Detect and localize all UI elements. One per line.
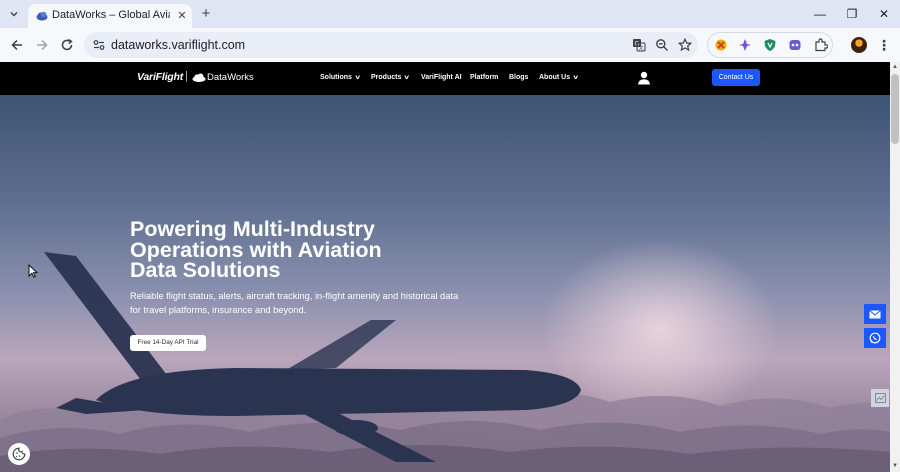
nav-solutions-label: Solutions bbox=[320, 74, 352, 81]
logo-product: DataWorks bbox=[207, 72, 254, 83]
scroll-down-arrow-icon[interactable]: ▼ bbox=[892, 463, 898, 469]
dataworks-favicon-icon bbox=[36, 11, 48, 21]
free-trial-button[interactable]: Free 14-Day API Trial bbox=[130, 335, 206, 351]
user-account-icon[interactable] bbox=[637, 71, 651, 85]
reload-icon bbox=[61, 38, 73, 51]
contact-us-button[interactable]: Contact Us bbox=[712, 69, 760, 86]
nav-blogs[interactable]: Blogs bbox=[509, 74, 528, 81]
page-scrollbar[interactable]: ▲ ▼ bbox=[890, 62, 900, 472]
url-text: dataworks.variflight.com bbox=[111, 38, 246, 52]
cloud-logo-icon bbox=[192, 73, 206, 82]
tab-close-icon[interactable]: ✕ bbox=[176, 10, 188, 22]
nav-about-us-label: About Us bbox=[539, 74, 571, 81]
chevron-down-icon: v bbox=[355, 75, 360, 81]
back-button[interactable] bbox=[8, 36, 26, 54]
extension-1-icon[interactable] bbox=[714, 38, 728, 52]
email-button[interactable] bbox=[864, 304, 886, 324]
hero-section: Powering Multi-Industry Operations with … bbox=[0, 95, 890, 472]
cookie-icon bbox=[12, 447, 26, 461]
browser-tab-active[interactable]: DataWorks – Global Aviation ✕ bbox=[28, 4, 192, 28]
site-header: VariFlight | DataWorks Solutions v Produc… bbox=[0, 62, 890, 95]
tab-search-icon[interactable] bbox=[6, 6, 22, 22]
extension-3-icon[interactable] bbox=[763, 38, 777, 52]
chat-widget-button[interactable] bbox=[871, 389, 889, 407]
svg-text:文: 文 bbox=[639, 45, 644, 52]
hero-subtitle-line: for travel platforms, insurance and beyo… bbox=[130, 304, 307, 315]
restore-button[interactable]: ❐ bbox=[844, 6, 860, 22]
hero-title-line: Powering Multi-Industry bbox=[130, 217, 375, 241]
nav-about-us[interactable]: About Us v bbox=[539, 74, 579, 81]
reload-button[interactable] bbox=[58, 36, 76, 54]
forward-button[interactable] bbox=[33, 36, 51, 54]
site-info-icon[interactable] bbox=[92, 38, 106, 52]
whatsapp-button[interactable] bbox=[864, 328, 886, 348]
chevron-down-icon: v bbox=[573, 75, 579, 81]
forward-icon bbox=[37, 39, 48, 51]
mouse-cursor-icon bbox=[28, 264, 38, 278]
hero-title-line: Data Solutions bbox=[130, 258, 281, 282]
extensions-group bbox=[707, 32, 833, 58]
logo-separator: | bbox=[185, 70, 188, 82]
hero-subtitle: Reliable flight status, alerts, aircraft… bbox=[130, 290, 470, 317]
extension-icon[interactable] bbox=[814, 38, 828, 52]
page-viewport: VariFlight | DataWorks Solutions v Produc… bbox=[0, 62, 890, 472]
translate-icon[interactable]: G 文 bbox=[632, 38, 646, 52]
hero-title-line: Operations with Aviation bbox=[130, 237, 382, 262]
hero-subtitle-line: Reliable flight status, alerts, aircraft… bbox=[130, 291, 459, 301]
minimize-button[interactable]: — bbox=[812, 6, 828, 22]
nav-blogs-label: Blogs bbox=[509, 74, 529, 81]
mail-icon bbox=[869, 309, 881, 318]
cookie-settings-button[interactable] bbox=[8, 443, 30, 465]
whatsapp-icon bbox=[869, 332, 881, 344]
zoom-icon[interactable] bbox=[655, 38, 669, 52]
nav-platform[interactable]: Platform bbox=[470, 74, 498, 81]
browser-toolbar: dataworks.variflight.com G 文 ⋮ bbox=[0, 28, 900, 62]
extension-2-icon[interactable] bbox=[738, 38, 752, 52]
nav-solutions[interactable]: Solutions v bbox=[320, 74, 360, 81]
scroll-up-arrow-icon[interactable]: ▲ bbox=[892, 64, 898, 70]
bookmark-star-icon[interactable] bbox=[678, 38, 692, 52]
chart-icon bbox=[874, 393, 886, 403]
profile-avatar[interactable] bbox=[851, 37, 867, 53]
scrollbar-thumb[interactable] bbox=[891, 74, 899, 144]
tab-title: DataWorks – Global Aviation bbox=[52, 9, 170, 21]
nav-products-label: Products bbox=[371, 74, 402, 81]
new-tab-button[interactable]: + bbox=[198, 6, 214, 22]
back-icon bbox=[11, 39, 22, 51]
airplane-image bbox=[44, 252, 581, 462]
chevron-down-icon: v bbox=[404, 75, 410, 81]
address-bar[interactable]: dataworks.variflight.com G 文 bbox=[84, 32, 698, 58]
extension-4-icon[interactable] bbox=[788, 38, 802, 52]
close-window-button[interactable]: ✕ bbox=[876, 6, 892, 22]
nav-platform-label: Platform bbox=[470, 74, 499, 81]
tab-strip: DataWorks – Global Aviation ✕ + — ❐ ✕ bbox=[0, 0, 900, 28]
nav-variflight-ai-label: VariFlight AI bbox=[421, 74, 462, 81]
nav-variflight-ai[interactable]: VariFlight AI bbox=[421, 74, 462, 81]
logo-brand: VariFlight bbox=[137, 71, 184, 83]
nav-products[interactable]: Products v bbox=[371, 74, 409, 81]
hero-title: Powering Multi-Industry Operations with … bbox=[130, 219, 460, 281]
more-menu-icon[interactable]: ⋮ bbox=[877, 37, 891, 53]
